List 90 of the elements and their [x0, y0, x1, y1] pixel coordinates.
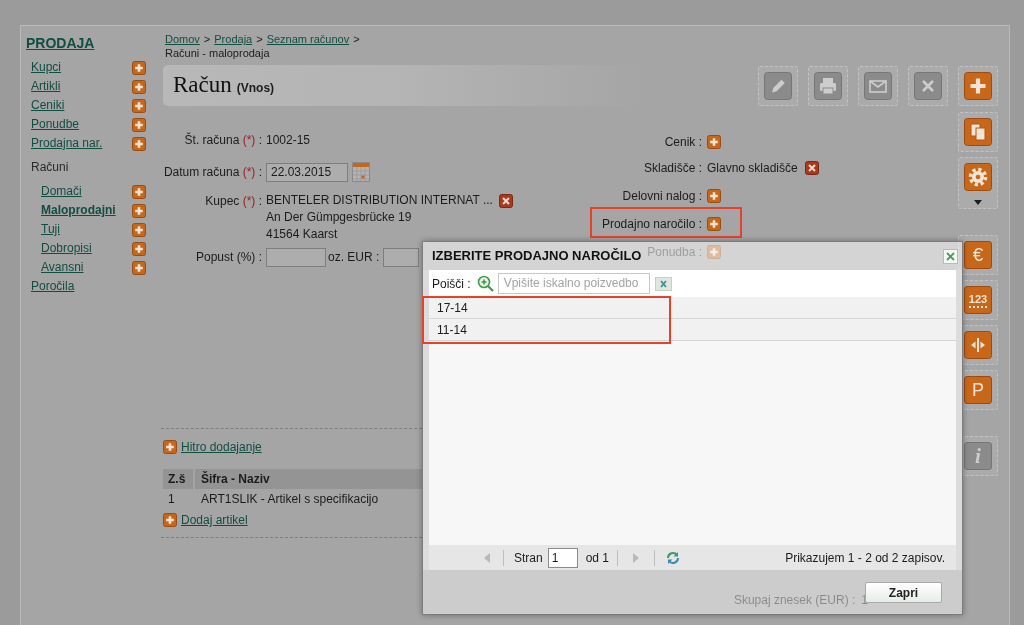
customer-name: BENTELER DISTRIBUTION INTERNAT ...: [266, 192, 493, 209]
plus-icon[interactable]: [132, 184, 146, 199]
discount-field[interactable]: [266, 248, 326, 267]
breadcrumb-link[interactable]: Domov: [165, 32, 200, 46]
field-label: Datum računa (*) :: [163, 164, 262, 181]
plus-icon[interactable]: [132, 60, 146, 75]
list-row[interactable]: 17-14: [429, 297, 956, 319]
field-label: Skladišče :: [643, 160, 702, 177]
envelope-icon: [864, 72, 892, 100]
sidebar-link[interactable]: Domači: [41, 184, 82, 199]
field-value: 1002-15: [266, 132, 311, 149]
sidebar-link[interactable]: Maloprodajni: [41, 203, 116, 218]
sidebar-link[interactable]: Dobropisi: [41, 241, 92, 256]
sidebar-link[interactable]: Artikli: [31, 79, 61, 94]
cross-icon: [914, 72, 942, 100]
search-field[interactable]: Vpišite iskalno poizvedbo: [497, 273, 650, 294]
column-header: Z.š: [163, 469, 193, 489]
address-line: An Der Gümpgesbrücke 19: [266, 209, 412, 226]
field-label: oz. EUR :: [328, 249, 380, 266]
date-field[interactable]: 22.03.2015: [266, 163, 348, 182]
total-label: Skupaj znesek (EUR) :: [733, 592, 856, 609]
plus-icon[interactable]: [132, 222, 146, 237]
section-title-link[interactable]: PRODAJA: [26, 34, 95, 52]
add-item-link[interactable]: Dodaj artikel: [163, 512, 248, 528]
breadcrumb-link[interactable]: Seznam računov: [266, 32, 350, 46]
field-label: Popust (%) :: [195, 249, 262, 266]
dialog-title: IZBERITE PRODAJNO NAROČILO: [432, 247, 642, 266]
list-row[interactable]: 11-14: [429, 319, 956, 341]
plus-icon[interactable]: [132, 203, 146, 218]
field-label: Št. računa (*) :: [184, 131, 262, 149]
sidebar-group-label: Računi: [31, 160, 69, 175]
euro-button[interactable]: €: [958, 235, 998, 275]
breadcrumb-separator: >: [353, 32, 360, 46]
plus-icon[interactable]: [132, 79, 146, 94]
sidebar-link[interactable]: Ceniki: [31, 98, 65, 113]
page-count: od 1: [585, 549, 610, 567]
plus-icon[interactable]: [163, 440, 177, 454]
field-label: Delovni nalog :: [622, 188, 702, 205]
field-label: Cenik :: [664, 134, 702, 151]
page-field[interactable]: 1: [547, 547, 578, 568]
total-value: 1: [861, 592, 868, 609]
amount-field[interactable]: [383, 248, 420, 267]
plus-icon[interactable]: [707, 189, 721, 203]
close-icon[interactable]: [943, 248, 958, 264]
breadcrumb-link[interactable]: Prodaja: [214, 32, 253, 46]
quick-add-link[interactable]: Hitro dodajanje: [163, 439, 262, 455]
cross-icon[interactable]: [804, 161, 819, 175]
field-label: Prodajno naročilo :: [601, 216, 702, 233]
caret-icon: [974, 200, 982, 205]
sidebar-link[interactable]: Prodajna nar.: [31, 136, 103, 151]
printer-icon: [814, 72, 842, 100]
page-label: Stran: [514, 549, 543, 567]
search-icon[interactable]: [476, 275, 494, 292]
copy-button[interactable]: [958, 112, 998, 152]
add-button[interactable]: [958, 66, 998, 106]
plus-icon[interactable]: [132, 241, 146, 256]
breadcrumb-current: Računi - maloprodaja: [165, 46, 270, 60]
sidebar-link[interactable]: Kupci: [31, 60, 62, 75]
sidebar-link[interactable]: Ponudbe: [31, 117, 80, 132]
sidebar-link[interactable]: Poročila: [31, 279, 75, 294]
sidebar-link[interactable]: Tuji: [41, 222, 60, 237]
plus-icon[interactable]: [707, 217, 721, 231]
close-button[interactable]: Zapri: [865, 582, 942, 603]
pencil-icon: [764, 72, 792, 100]
record-summary: Prikazujem 1 - 2 od 2 zapisov.: [785, 549, 945, 567]
cross-icon[interactable]: [498, 193, 513, 208]
field-value: Glavno skladišče: [707, 160, 798, 177]
address-line: 41564 Kaarst: [266, 226, 338, 243]
plus-icon[interactable]: [132, 260, 146, 275]
settings-button[interactable]: [958, 157, 998, 209]
plus-icon: [964, 72, 992, 100]
table-cell-text: 1: [167, 491, 176, 508]
breadcrumb-separator: >: [203, 32, 211, 46]
breadcrumb-separator: >: [256, 32, 263, 46]
plus-icon[interactable]: [132, 98, 146, 113]
plus-icon[interactable]: [163, 513, 177, 527]
gear-icon: [964, 163, 992, 191]
column-header: Šifra - Naziv: [195, 469, 422, 489]
table-cell-text: ART1SLIK - Artikel s specifikacijo: [200, 491, 380, 508]
page-mode: (Vnos): [236, 80, 275, 97]
refresh-icon[interactable]: [665, 549, 682, 566]
plus-icon[interactable]: [132, 117, 146, 132]
two-pages-icon: [964, 118, 992, 146]
plus-icon[interactable]: [707, 135, 721, 149]
page-title: Račun: [173, 71, 232, 100]
field-label: Kupec (*) :: [205, 193, 262, 210]
split-arrows-icon: [964, 331, 992, 359]
plus-icon[interactable]: [132, 136, 146, 151]
sidebar-link[interactable]: Avansni: [41, 260, 84, 275]
search-label: Poišči :: [432, 275, 471, 293]
